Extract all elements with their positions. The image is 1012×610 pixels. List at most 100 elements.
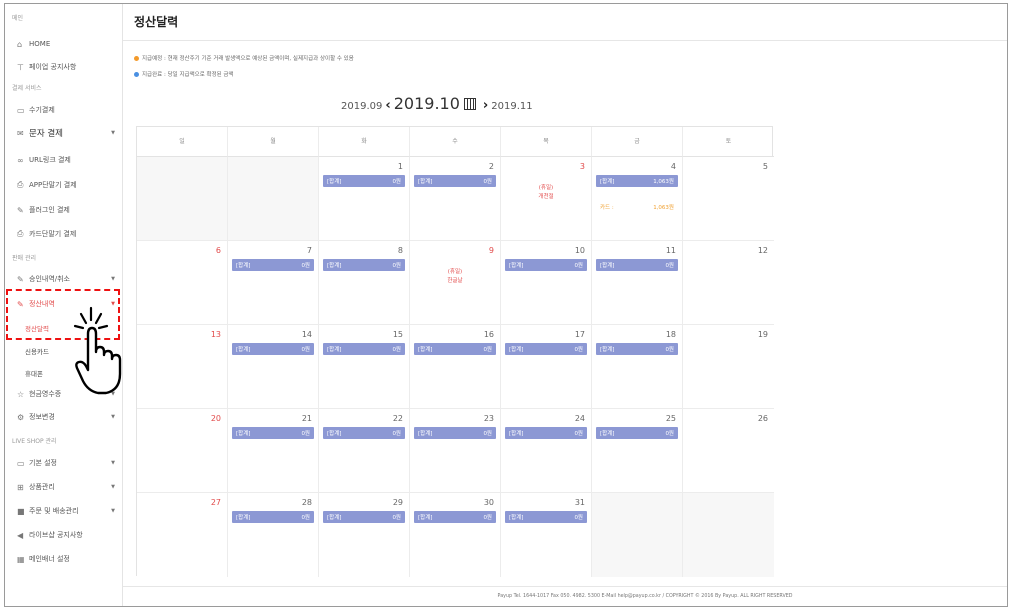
calendar-day-cell[interactable]: 5 <box>683 157 774 241</box>
calendar-day-cell[interactable]: 24 [합계] 0원 <box>501 409 592 493</box>
calendar-day-cell[interactable]: 27 <box>137 493 228 577</box>
weekday-header: 월 <box>228 127 319 157</box>
chevron-down-icon: ▼ <box>111 460 115 466</box>
calendar-day-cell[interactable]: 18 [합계] 0원 <box>592 325 683 409</box>
daily-total-badge[interactable]: [합계] 0원 <box>596 259 678 271</box>
day-number: 2 <box>488 162 494 171</box>
calendar-day-cell[interactable]: 21 [합계] 0원 <box>228 409 319 493</box>
chevron-left-icon[interactable]: ‹ <box>385 98 390 113</box>
badge-amount: 0원 <box>665 431 674 437</box>
monitor-icon: ▭ <box>17 458 25 468</box>
day-number: 31 <box>574 498 585 507</box>
calendar-day-cell[interactable]: 15 [합계] 0원 <box>319 325 410 409</box>
calendar-day-cell[interactable]: 13 <box>137 325 228 409</box>
badge-label: [합계] <box>236 515 251 521</box>
sidebar-item-info-change[interactable]: ⚙ 정보변경 ▼ <box>17 410 121 424</box>
calendar-day-cell[interactable]: 11 [합계] 0원 <box>592 241 683 325</box>
daily-total-badge[interactable]: [합계] 0원 <box>596 343 678 355</box>
daily-total-badge[interactable]: [합계] 1,063원 <box>596 175 678 187</box>
sidebar-item-home[interactable]: ⌂ HOME <box>17 37 121 51</box>
daily-total-badge[interactable]: [합계] 0원 <box>414 427 496 439</box>
sidebar-item-order-shipping[interactable]: ■ 주문 및 배송관리 ▼ <box>17 504 121 518</box>
calendar-day-cell[interactable]: 14 [합계] 0원 <box>228 325 319 409</box>
sidebar-item-url-pay[interactable]: ∞ URL링크 결제 <box>17 153 121 167</box>
calendar-day-cell[interactable]: 10 [합계] 0원 <box>501 241 592 325</box>
daily-total-badge[interactable]: [합계] 0원 <box>232 343 314 355</box>
sidebar-item-label: 승인내역/취소 <box>29 275 70 283</box>
calendar-day-cell[interactable]: 7 [합계] 0원 <box>228 241 319 325</box>
calendar-day-cell[interactable]: 4 [합계] 1,063원 카드 :1,063원 <box>592 157 683 241</box>
daily-total-badge[interactable]: [합계] 0원 <box>414 511 496 523</box>
calendar-day-cell[interactable]: 23 [합계] 0원 <box>410 409 501 493</box>
month-navigator: 2019.09 ‹ 2019.10 › 2019.11 <box>341 94 533 113</box>
calendar-day-cell[interactable]: 16 [합계] 0원 <box>410 325 501 409</box>
sidebar-item-plugin-pay[interactable]: ✎ 플러그인 결제 <box>17 203 121 217</box>
daily-total-badge[interactable]: [합계] 0원 <box>232 427 314 439</box>
current-month: 2019.10 <box>393 94 460 113</box>
badge-amount: 0원 <box>574 347 583 353</box>
calendar-day-cell[interactable]: 17 [합계] 0원 <box>501 325 592 409</box>
calendar-day-cell[interactable]: 28 [합계] 0원 <box>228 493 319 577</box>
day-number: 27 <box>210 498 221 507</box>
badge-label: [합계] <box>600 347 615 353</box>
prev-month-link[interactable]: 2019.09 <box>341 101 382 112</box>
calendar-day-cell[interactable]: 31 [합계] 0원 <box>501 493 592 577</box>
calendar-day-cell[interactable]: 19 <box>683 325 774 409</box>
sidebar-item-notice[interactable]: ⊤ 페이업 공지사항 <box>17 60 121 74</box>
calendar-day-cell <box>683 493 774 577</box>
calendar-day-cell[interactable]: 25 [합계] 0원 <box>592 409 683 493</box>
daily-total-badge[interactable]: [합계] 0원 <box>323 427 405 439</box>
daily-total-badge[interactable]: [합계] 0원 <box>505 259 587 271</box>
calendar-day-cell[interactable]: 26 <box>683 409 774 493</box>
calendar-icon[interactable] <box>463 98 476 110</box>
sidebar-item-app-pay[interactable]: ⎙ APP단말기 결제 <box>17 178 121 192</box>
daily-total-badge[interactable]: [합계] 0원 <box>323 511 405 523</box>
chevron-right-icon[interactable]: › <box>483 98 488 113</box>
calendar-day-cell[interactable]: 22 [합계] 0원 <box>319 409 410 493</box>
calendar-day-cell[interactable]: 20 <box>137 409 228 493</box>
sidebar-item-card-terminal[interactable]: ⎙ 카드단말기 결제 <box>17 227 121 241</box>
daily-total-badge[interactable]: [합계] 0원 <box>323 175 405 187</box>
calendar-day-cell[interactable]: 1 [합계] 0원 <box>319 157 410 241</box>
sidebar-item-basic-settings[interactable]: ▭ 기본 설정 ▼ <box>17 456 121 470</box>
sidebar-subitem-credit-card[interactable]: 신용카드 <box>25 346 49 356</box>
weekday-header: 토 <box>683 127 774 157</box>
daily-total-badge[interactable]: [합계] 0원 <box>505 343 587 355</box>
calendar-day-cell[interactable]: 12 <box>683 241 774 325</box>
calendar-day-cell[interactable]: 9 (휴일) 한글날 <box>410 241 501 325</box>
day-number: 7 <box>306 246 312 255</box>
daily-total-badge[interactable]: [합계] 0원 <box>323 343 405 355</box>
daily-total-badge[interactable]: [합계] 0원 <box>323 259 405 271</box>
daily-total-badge[interactable]: [합계] 0원 <box>505 427 587 439</box>
badge-label: [합계] <box>509 515 524 521</box>
next-month-link[interactable]: 2019.11 <box>491 101 532 112</box>
card-amount-line: 카드 : 1,063원 <box>600 203 674 211</box>
calendar-day-cell[interactable]: 6 <box>137 241 228 325</box>
calendar-day-cell[interactable]: 2 [합계] 0원 <box>410 157 501 241</box>
calendar-day-cell[interactable]: 3 (휴일) 개천절 <box>501 157 592 241</box>
chevron-down-icon: ▼ <box>111 276 115 282</box>
sidebar-item-sms-pay[interactable]: ✉ 문자 결제 ▼ <box>17 126 121 140</box>
calendar-day-cell[interactable]: 30 [합계] 0원 <box>410 493 501 577</box>
sidebar-item-main-banner[interactable]: ▦ 메인배너 설정 <box>17 552 121 566</box>
app-frame: 메인 ⌂ HOME ⊤ 페이업 공지사항 결제 서비스 ▭ 수기결제 ✉ 문자 … <box>4 3 1008 607</box>
sidebar-item-label: 카드단말기 결제 <box>29 230 77 238</box>
sidebar-item-liveshop-notice[interactable]: ◀ 라이브샵 공지사항 <box>17 528 121 542</box>
day-number: 1 <box>397 162 403 171</box>
sidebar-item-label: 라이브샵 공지사항 <box>29 531 83 539</box>
sidebar-item-manual-pay[interactable]: ▭ 수기결제 <box>17 103 121 117</box>
badge-amount: 0원 <box>301 515 310 521</box>
daily-total-badge[interactable]: [합계] 0원 <box>232 259 314 271</box>
daily-total-badge[interactable]: [합계] 0원 <box>505 511 587 523</box>
daily-total-badge[interactable]: [합계] 0원 <box>596 427 678 439</box>
daily-total-badge[interactable]: [합계] 0원 <box>414 175 496 187</box>
calendar-day-cell[interactable]: 8 [합계] 0원 <box>319 241 410 325</box>
calendar-day-cell[interactable]: 29 [합계] 0원 <box>319 493 410 577</box>
badge-amount: 0원 <box>483 431 492 437</box>
sidebar-subitem-mobile[interactable]: 휴대폰 <box>25 368 43 378</box>
sidebar-item-product-mgmt[interactable]: ⊞ 상품관리 ▼ <box>17 480 121 494</box>
daily-total-badge[interactable]: [합계] 0원 <box>232 511 314 523</box>
sidebar-item-approval[interactable]: ✎ 승인내역/취소 ▼ <box>17 272 121 286</box>
daily-total-badge[interactable]: [합계] 0원 <box>414 343 496 355</box>
badge-amount: 0원 <box>392 515 401 521</box>
